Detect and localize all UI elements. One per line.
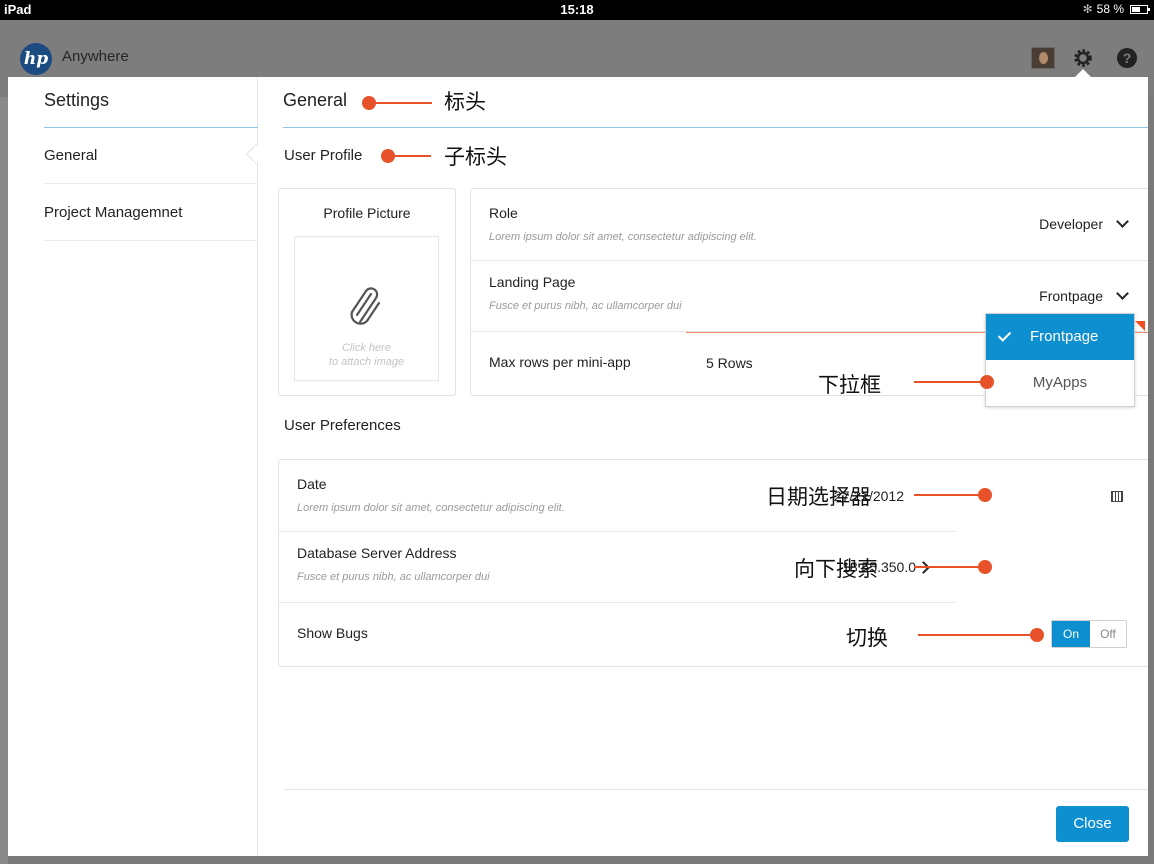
role-desc: Lorem ipsum dolor sit amet, consectetur …: [489, 231, 757, 243]
annotation-header: 标头: [444, 90, 486, 114]
checkmark-icon: [997, 328, 1012, 342]
annotation-line: [914, 494, 984, 496]
sidebar-item-project-management[interactable]: Project Managemnet: [44, 185, 258, 241]
section-title-divider: [283, 127, 1148, 128]
role-label: Role: [489, 205, 518, 221]
calendar-icon[interactable]: [1111, 491, 1123, 502]
battery-percent: 58 %: [1096, 2, 1124, 16]
toggle-on[interactable]: On: [1052, 621, 1090, 647]
avatar[interactable]: [1031, 47, 1055, 69]
settings-modal: Settings General Project Managemnet Gene…: [8, 77, 1148, 856]
show-bugs-label: Show Bugs: [297, 625, 368, 641]
gear-icon[interactable]: [1072, 47, 1094, 69]
status-right: ✻ 58 %: [1082, 2, 1150, 16]
settings-sidebar: Settings General Project Managemnet: [8, 77, 258, 856]
annotation-dot: [980, 375, 994, 389]
annotation-toggle: 切换: [846, 626, 888, 650]
role-value[interactable]: Developer: [1039, 216, 1103, 232]
db-server-desc: Fusce et purus nibh, ac ullamcorper dui: [297, 571, 490, 583]
profile-picture-card: Profile Picture Click here to attach ima…: [278, 188, 456, 396]
dropdown-corner-flag: [1135, 321, 1145, 331]
settings-content: General User Profile Profile Picture Cli…: [259, 77, 1148, 856]
landing-page-value[interactable]: Frontpage: [1039, 288, 1103, 304]
annotation-subheader: 子标头: [444, 145, 507, 169]
dropdown-option-label: MyApps: [1032, 374, 1088, 391]
attach-hint-line1: Click here: [342, 342, 391, 354]
landing-page-dropdown: Frontpage MyApps: [985, 313, 1135, 407]
hp-logo: hp: [20, 43, 52, 75]
annotation-line: [370, 102, 432, 104]
landing-page-label: Landing Page: [489, 274, 576, 290]
max-rows-label: Max rows per mini-app: [489, 354, 631, 370]
db-server-label: Database Server Address: [297, 545, 457, 561]
sidebar-title: Settings: [44, 90, 110, 110]
app-name: Anywhere: [62, 48, 129, 65]
annotation-dot: [1030, 628, 1044, 642]
annotation-line: [914, 566, 984, 568]
date-label: Date: [297, 476, 327, 492]
annotation-dropdown: 下拉框: [818, 373, 881, 397]
attach-hint-line2: to attach image: [328, 356, 405, 368]
dropdown-option-frontpage[interactable]: Frontpage: [986, 314, 1134, 360]
close-button[interactable]: Close: [1056, 806, 1129, 842]
show-bugs-toggle[interactable]: On Off: [1051, 620, 1127, 648]
sidebar-item-general[interactable]: General: [44, 128, 258, 184]
annotation-line: [389, 155, 431, 157]
section-title: General: [283, 90, 348, 110]
background-edge: [0, 97, 8, 864]
paperclip-icon: [350, 287, 381, 325]
chevron-down-icon[interactable]: [1116, 287, 1129, 300]
chevron-down-icon[interactable]: [1116, 215, 1129, 228]
status-bar: iPad 15:18 ✻ 58 %: [0, 0, 1154, 20]
annotation-drilldown: 向下搜索: [794, 557, 878, 581]
dropdown-option-label: Frontpage: [1030, 328, 1099, 345]
footer-divider: [284, 789, 1148, 790]
date-desc: Lorem ipsum dolor sit amet, consectetur …: [297, 502, 565, 514]
annotation-date-picker: 日期选择器: [766, 485, 871, 509]
dropdown-option-myapps[interactable]: MyApps: [986, 361, 1134, 407]
battery-icon: [1130, 4, 1150, 14]
toggle-off[interactable]: Off: [1090, 621, 1126, 647]
help-icon[interactable]: ?: [1117, 48, 1137, 68]
user-profile-heading: User Profile: [284, 147, 363, 164]
profile-picture-title: Profile Picture: [323, 205, 411, 221]
annotation-line: [914, 381, 984, 383]
annotation-dot: [978, 560, 992, 574]
max-rows-value: 5 Rows: [706, 355, 753, 371]
attach-image-hint: Click here to attach image: [295, 341, 438, 369]
bluetooth-icon: ✻: [1082, 2, 1093, 16]
annotation-line: [918, 634, 1030, 636]
popover-caret: [1075, 69, 1091, 77]
annotation-dot: [978, 488, 992, 502]
setting-row-role[interactable]: Role Lorem ipsum dolor sit amet, consect…: [471, 189, 1148, 261]
user-preferences-heading: User Preferences: [284, 417, 401, 434]
attach-image-dropzone[interactable]: Click here to attach image: [294, 236, 439, 381]
landing-page-desc: Fusce et purus nibh, ac ullamcorper dui: [489, 300, 682, 312]
status-time: 15:18: [560, 2, 594, 17]
